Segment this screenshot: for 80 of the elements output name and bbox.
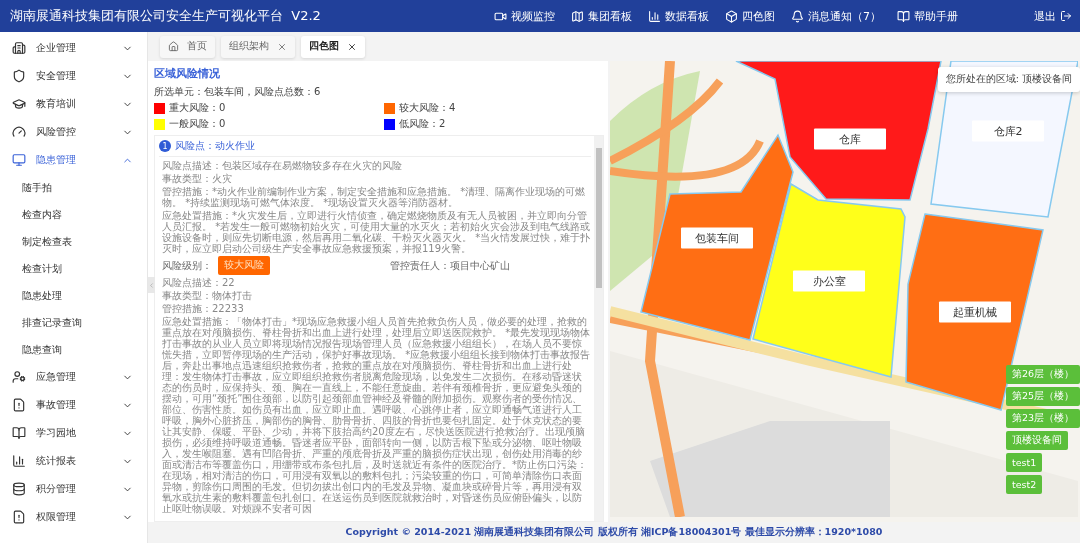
legend-label: 较大风险：4: [399, 101, 456, 115]
close-icon[interactable]: [347, 41, 357, 52]
logout-link[interactable]: 退出: [1034, 8, 1072, 24]
risk-field: 风险点描述：22: [162, 277, 591, 288]
risk-field: 风险点描述：包装区域存在易燃物较多存在火灾的风险: [162, 160, 591, 171]
sidebar-item[interactable]: 应急管理: [0, 363, 147, 391]
zone-label: 仓库: [814, 128, 886, 150]
scrollbar[interactable]: [594, 136, 603, 521]
legend-label: 一般风险：0: [169, 117, 226, 131]
location-note: 您所处在的区域: 顶楼设备间: [937, 67, 1080, 92]
owner-text: 管控责任人：项目中心矿山: [390, 258, 510, 273]
sidebar-item[interactable]: 企业管理: [0, 34, 147, 62]
chart-icon: [648, 9, 661, 23]
sidebar-subitem[interactable]: 制定检查表: [0, 228, 147, 255]
building-icon: [12, 41, 26, 55]
home-icon: [168, 41, 179, 52]
app-title: 湖南展通科技集团有限公司安全生产可视化平台 V2.2: [10, 7, 322, 25]
cap-icon: [12, 97, 26, 111]
bell-icon: [791, 9, 804, 23]
nav-link[interactable]: 消息通知（7）: [791, 8, 881, 24]
sidebar-item[interactable]: 风险管控: [0, 118, 147, 146]
collapse-handle[interactable]: [148, 277, 155, 293]
sidebar-subitem[interactable]: 隐患查询: [0, 336, 147, 363]
sidebar-item[interactable]: 统计报表: [0, 447, 147, 475]
tab[interactable]: 首页: [160, 35, 215, 58]
zone-polygon[interactable]: [905, 213, 1044, 411]
monitor-icon: [12, 153, 26, 167]
risk-field: 事故类型：火灾: [162, 173, 591, 184]
tab[interactable]: 组织架构: [221, 35, 295, 58]
book-icon: [897, 9, 910, 23]
risk-field: 应急处置措施：*火灾发生后，立即进行火情侦查，确定燃烧物质及有无人员被困，并立即向分管人员汇报。 *若发生一般可燃物初始火灾，可使用大量的水灭火；若初始火灾会涉及到电气线路或设施设备时，则应先切断电源，然后再用二氧化碳、干粉灭火器灭火。 *当火情发展过快，难于扑灭时，应立即启动公司级生产安全事故应急救援预案，并报119火警。: [162, 210, 591, 254]
risk-field: 事故类型：物体打击: [162, 290, 591, 301]
user-icon: [12, 370, 26, 384]
zone-label: 办公室: [793, 270, 865, 292]
shield-icon: [12, 69, 26, 83]
sidebar-item[interactable]: 安全管理: [0, 62, 147, 90]
sidebar-subitem[interactable]: 排查记录查询: [0, 309, 147, 336]
file-icon: [12, 398, 26, 412]
legend-label: 重大风险：0: [169, 101, 226, 115]
nav-link[interactable]: 集团看板: [571, 8, 632, 24]
gauge-icon: [12, 125, 26, 139]
zone-polygon[interactable]: [735, 61, 942, 201]
book-icon: [12, 426, 26, 440]
zone-label: 仓库2: [972, 120, 1044, 142]
nav-link[interactable]: 四色图: [725, 8, 775, 24]
risk-field: 应急处置措施：「物体打击」*现场应急救援小组人员首先抢救负伤人员，做必要的处理，抢救的重点放在对颅脑损伤、脊柱骨折和出血上进行处理，处理后立即送医院救护。 *最先发现现场物体打击事故的从业人员立即将现场情况报告现场管理人员（应急救援小组组长），在场人员不要惊慌失措，立即暂停现场的生产活动，保护好事故现场。 *应急救援小组组长接到物体打击事故报告后，奔赴出事地点迅速组织抢救伤者，抢救的重点放在对颅脑损伤、脊柱骨折和出血上进行处理：发生物体打击事故，应立即组织抢救伤者脱离危险现场，以免发生二次损伤。在移动昏迷状态的伤员时，应保持头、颈、胸在一直线上，不能任意旋曲。若伴有颈椎骨折，更应避免头颈的摆动，可用“颈托”围住颈部，以防引起颈部血管神经及脊髓的附加损伤。观察伤者的受伤情况、部位、伤害性质。如伤员有出血，应立即止血。遇呼吸、心跳停止者，应立即通畅气道进行人工呼吸，胸外心脏挤压，胸部伤的胸骨、肋骨骨折、四肢的骨折也要包扎固定。处于休克状态的要让其安静、保暖、平卧、少动，并将下肢抬高约20度左右，尽快送医院进行抢救治疗。出现颅脑损伤，必须维持呼吸道通畅。昏迷者应平卧，面部转向一侧，以防舌根下坠或分泌物、呕吐物吸入，发生喉阻塞。遇有凹陷骨折、严重的颅底骨折及严重的脑损伤症状出现，创伤处用消毒的纱面或清洁布等覆盖伤口，用绷带或布条包扎后，及时送就近有条件的医院治疗。*防止伤口污染：在现场，相对清洁的伤口，可用浸有双氧以的敷料包扎；污染较重的伤口，可简单清除伤口表面异物，剪除伤口周围的毛发。但切勿拔出创口内的毛发及异物、凝血块或碎骨片等，再用浸有双氧水或抗生素的敷料覆盖包扎创口。在送运伤员到医院就救治时，对昏迷伤员应俯卧偏头，以防止呕吐物误吸。对烦躁不安者可因: [162, 316, 591, 514]
legend-label: 低风险：2: [399, 117, 446, 131]
risk-level-label: 风险级别：: [162, 258, 212, 273]
sidebar-item[interactable]: 教育培训: [0, 90, 147, 118]
zone-polygon[interactable]: [752, 182, 906, 378]
database-icon: [12, 482, 26, 496]
summary-text: 所选单元：包装车间，风险点总数：6: [154, 85, 322, 99]
sidebar-item[interactable]: 积分管理: [0, 475, 147, 503]
sidebar-item[interactable]: 权限管理: [0, 503, 147, 531]
zone-polygon[interactable]: [640, 133, 794, 341]
sidebar-item[interactable]: 隐患管理: [0, 146, 147, 174]
chart-icon: [12, 454, 26, 468]
panel-title: 区域风险情况: [154, 66, 221, 81]
nav-link[interactable]: 帮助手册: [897, 8, 958, 24]
sidebar-subitem[interactable]: 检查计划: [0, 255, 147, 282]
risk-level-badge: 较大风险: [218, 256, 270, 275]
number-badge: 1: [159, 140, 171, 152]
sidebar-subitem[interactable]: 检查内容: [0, 201, 147, 228]
map-icon: [571, 9, 584, 23]
sidebar-item[interactable]: 事故管理: [0, 391, 147, 419]
nav-link[interactable]: 数据看板: [648, 8, 709, 24]
nav-link[interactable]: 视频监控: [494, 8, 555, 24]
copyright-text: Copyright © 2014-2021 湖南展通科技集团有限公司 版权所有 湘ICP备18004301号 最佳显示分辨率：1920*1080: [345, 526, 883, 539]
sidebar-subitem[interactable]: 随手拍: [0, 174, 147, 201]
sidebar-item[interactable]: 学习园地: [0, 419, 147, 447]
logout-icon: [1060, 10, 1072, 22]
risk-point-title: 风险点：动火作业: [175, 139, 255, 153]
sidebar-subitem[interactable]: 隐患处理: [0, 282, 147, 309]
file-icon: [12, 510, 26, 524]
cube-icon: [725, 9, 738, 23]
risk-field: 管控措施：22233: [162, 303, 591, 314]
zone-label: 起重机械: [939, 301, 1011, 323]
tab[interactable]: 四色图: [301, 35, 365, 58]
zone-label: 包装车间: [681, 227, 753, 249]
risk-field: 管控措施：*动火作业前编制作业方案，制定安全措施和应急措施。 *清理、隔离作业现场的可燃物。 *持续监测现场可燃气体浓度。 *现场设置灭火器等消防器材。: [162, 186, 591, 208]
